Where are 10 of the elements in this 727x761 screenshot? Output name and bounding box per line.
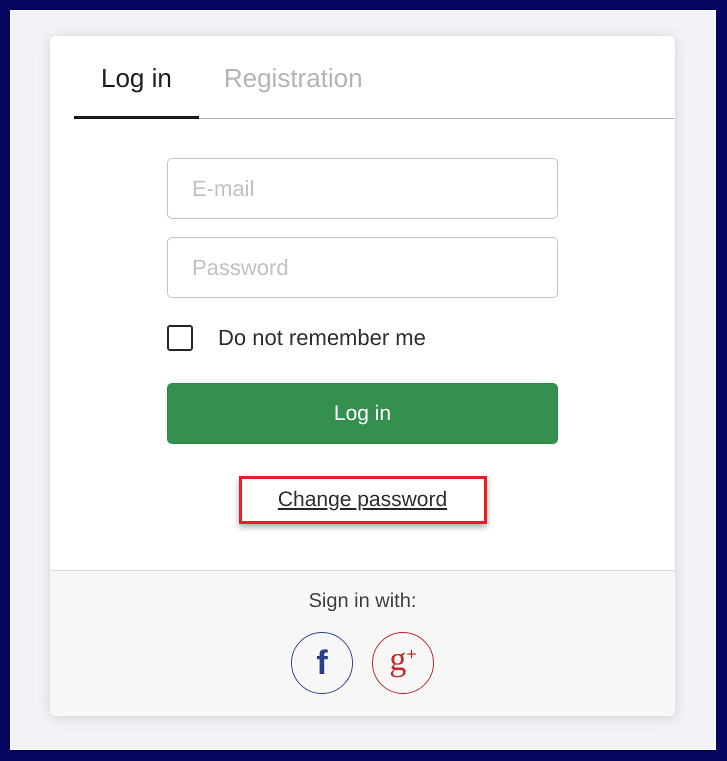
change-password-link[interactable]: Change password: [278, 487, 448, 513]
checkbox[interactable]: [167, 325, 193, 351]
facebook-button[interactable]: f: [291, 632, 353, 694]
input-field[interactable]: E-mail: [167, 158, 558, 219]
checkbox-label: Do not remember me: [218, 327, 426, 349]
sign-in-with-label: Sign in with:: [308, 589, 416, 613]
input-field[interactable]: Password: [167, 237, 558, 298]
login-button[interactable]: Log in: [167, 383, 558, 444]
tab[interactable]: Log in: [74, 36, 199, 119]
google-plus-button[interactable]: g$^{+}$: [372, 632, 434, 694]
